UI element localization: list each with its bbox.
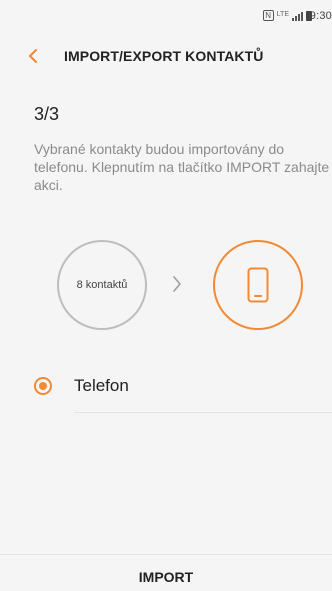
status-bar: N LTE 9:30 bbox=[0, 0, 332, 32]
radio-button[interactable] bbox=[34, 377, 52, 395]
radio-selected-dot bbox=[39, 382, 47, 390]
target-device-circle bbox=[213, 240, 303, 330]
header: IMPORT/EXPORT KONTAKTŮ bbox=[0, 40, 332, 74]
description-text: Vybrané kontakty budou importovány do te… bbox=[34, 141, 330, 193]
source-contacts-circle: 8 kontaktů bbox=[57, 240, 147, 330]
contact-count-label: 8 kontaktů bbox=[76, 279, 128, 291]
signal-icon bbox=[292, 11, 303, 21]
screen: N LTE 9:30 IMPORT/EXPORT KONTAKTŮ 3/3 Vy… bbox=[0, 0, 332, 591]
lte-icon: LTE bbox=[276, 10, 289, 18]
option-label: Telefon bbox=[74, 376, 129, 395]
status-icons: N LTE bbox=[262, 10, 312, 21]
phone-icon bbox=[247, 267, 269, 303]
chevron-left-icon[interactable] bbox=[28, 48, 38, 64]
nfc-icon: N bbox=[262, 10, 274, 21]
status-time: 9:30 bbox=[309, 10, 332, 22]
option-telefon[interactable]: Telefon bbox=[0, 366, 332, 408]
page-title: IMPORT/EXPORT KONTAKTŮ bbox=[64, 48, 264, 64]
step-indicator: 3/3 bbox=[34, 104, 60, 124]
option-divider bbox=[74, 412, 332, 413]
import-button[interactable]: IMPORT bbox=[0, 555, 332, 591]
chevron-right-icon bbox=[173, 276, 181, 292]
